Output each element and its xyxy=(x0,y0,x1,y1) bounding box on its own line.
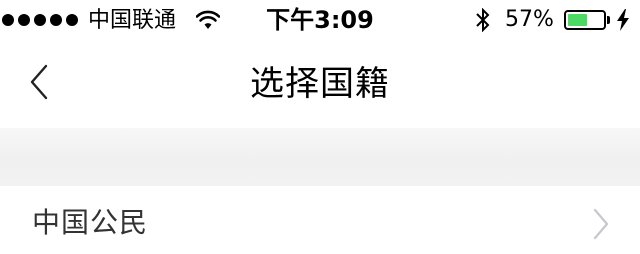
section-separator xyxy=(0,128,640,186)
status-bar: 中国联通 下午3:09 57% xyxy=(0,0,640,40)
bluetooth-icon xyxy=(476,8,490,32)
list-item-label: 中国公民 xyxy=(32,206,149,239)
battery-icon xyxy=(564,10,606,30)
page-title: 选择国籍 xyxy=(250,64,390,104)
bolt-icon xyxy=(617,9,629,31)
chevron-right-icon xyxy=(593,208,609,240)
list-item-chinese-citizen[interactable]: 中国公民 xyxy=(0,186,640,254)
battery-percent: 57% xyxy=(505,7,554,32)
battery-nub xyxy=(607,16,610,24)
battery-level-fill xyxy=(568,14,588,26)
navigation-bar: 选择国籍 xyxy=(0,40,640,128)
